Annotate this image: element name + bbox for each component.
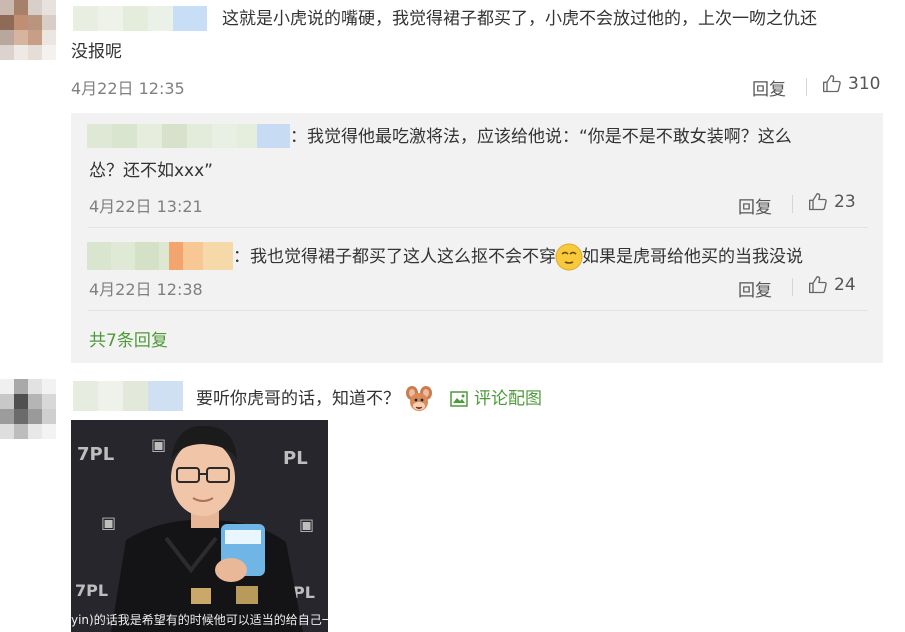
svg-text:▣: ▣ <box>299 515 314 534</box>
divider <box>806 78 807 96</box>
reply-time: 4月22日 12:38 <box>89 280 203 299</box>
reply-username-mosaic[interactable] <box>87 242 233 270</box>
reply-divider <box>88 310 868 311</box>
like-count: 24 <box>834 275 856 295</box>
like-count: 23 <box>834 192 856 212</box>
thumbs-up-icon <box>823 75 841 93</box>
reply-divider <box>88 227 868 228</box>
comment-text: 这就是小虎说的嘴硬，我觉得裙子都买了，小虎不会放过他的，上次一吻之仇还 <box>222 9 817 29</box>
reply-button[interactable]: 回复 <box>738 193 772 218</box>
more-replies-link[interactable]: 共7条回复 <box>89 326 168 351</box>
svg-text:▣: ▣ <box>151 435 166 454</box>
svg-text:7PL: 7PL <box>77 444 114 465</box>
reply-thread <box>71 113 883 363</box>
username-mosaic[interactable] <box>73 6 207 31</box>
emoji-icon <box>406 386 432 411</box>
reply-button[interactable]: 回复 <box>738 276 772 301</box>
comment-time: 4月22日 12:35 <box>71 79 185 98</box>
image-caption: yin)的话我是希望有的时候他可以适当的给自己一 <box>71 613 328 627</box>
like-button[interactable]: 24 <box>808 275 856 295</box>
reply-text-continued: 怂？还不如xxx” <box>89 161 213 181</box>
image-link-label: 评论配图 <box>474 389 542 409</box>
avatar[interactable] <box>0 0 56 60</box>
like-count: 310 <box>848 74 881 94</box>
image-icon <box>450 391 468 407</box>
reply-time: 4月22日 13:21 <box>89 197 203 216</box>
username-mosaic[interactable] <box>73 381 183 411</box>
emoji-icon <box>555 243 583 271</box>
thumbs-up-icon <box>809 276 827 294</box>
reply-text-after: 如果是虎哥给他买的当我没说 <box>582 247 803 267</box>
comment-text: 要听你虎哥的话，知道不？ 评论配图 <box>196 384 542 414</box>
comment-image[interactable]: 7PL ▣ PL ▣ ▣ 7PL PL yin)的话我是希望有的时候他可以适当的… <box>71 420 328 632</box>
like-button[interactable]: 23 <box>808 192 856 212</box>
reply-text-before: ：我也觉得裙子都买了这人这么抠不会不穿 <box>233 247 556 267</box>
person-photo: 7PL ▣ PL ▣ ▣ 7PL PL <box>71 420 328 632</box>
thumbs-up-icon <box>809 193 827 211</box>
svg-text:7PL: 7PL <box>75 581 108 600</box>
avatar[interactable] <box>0 379 56 439</box>
reply-button[interactable]: 回复 <box>752 75 786 100</box>
comment-text-continued: 没报呢 <box>71 42 122 62</box>
svg-text:▣: ▣ <box>101 513 116 532</box>
svg-text:PL: PL <box>283 448 308 469</box>
reply-username-mosaic[interactable] <box>87 124 290 148</box>
reply-text: ：我觉得他最吃激将法，应该给他说：“你是不是不敢女装啊？这么 <box>290 127 792 147</box>
comment-text-body: 要听你虎哥的话，知道不？ <box>196 389 400 409</box>
divider <box>792 278 793 296</box>
reply-text: ：我也觉得裙子都买了这人这么抠不会不穿 如果是虎哥给他买的当我没说 <box>233 242 803 272</box>
divider <box>792 195 793 213</box>
image-link[interactable]: 评论配图 <box>450 386 542 412</box>
like-button[interactable]: 310 <box>822 74 880 94</box>
